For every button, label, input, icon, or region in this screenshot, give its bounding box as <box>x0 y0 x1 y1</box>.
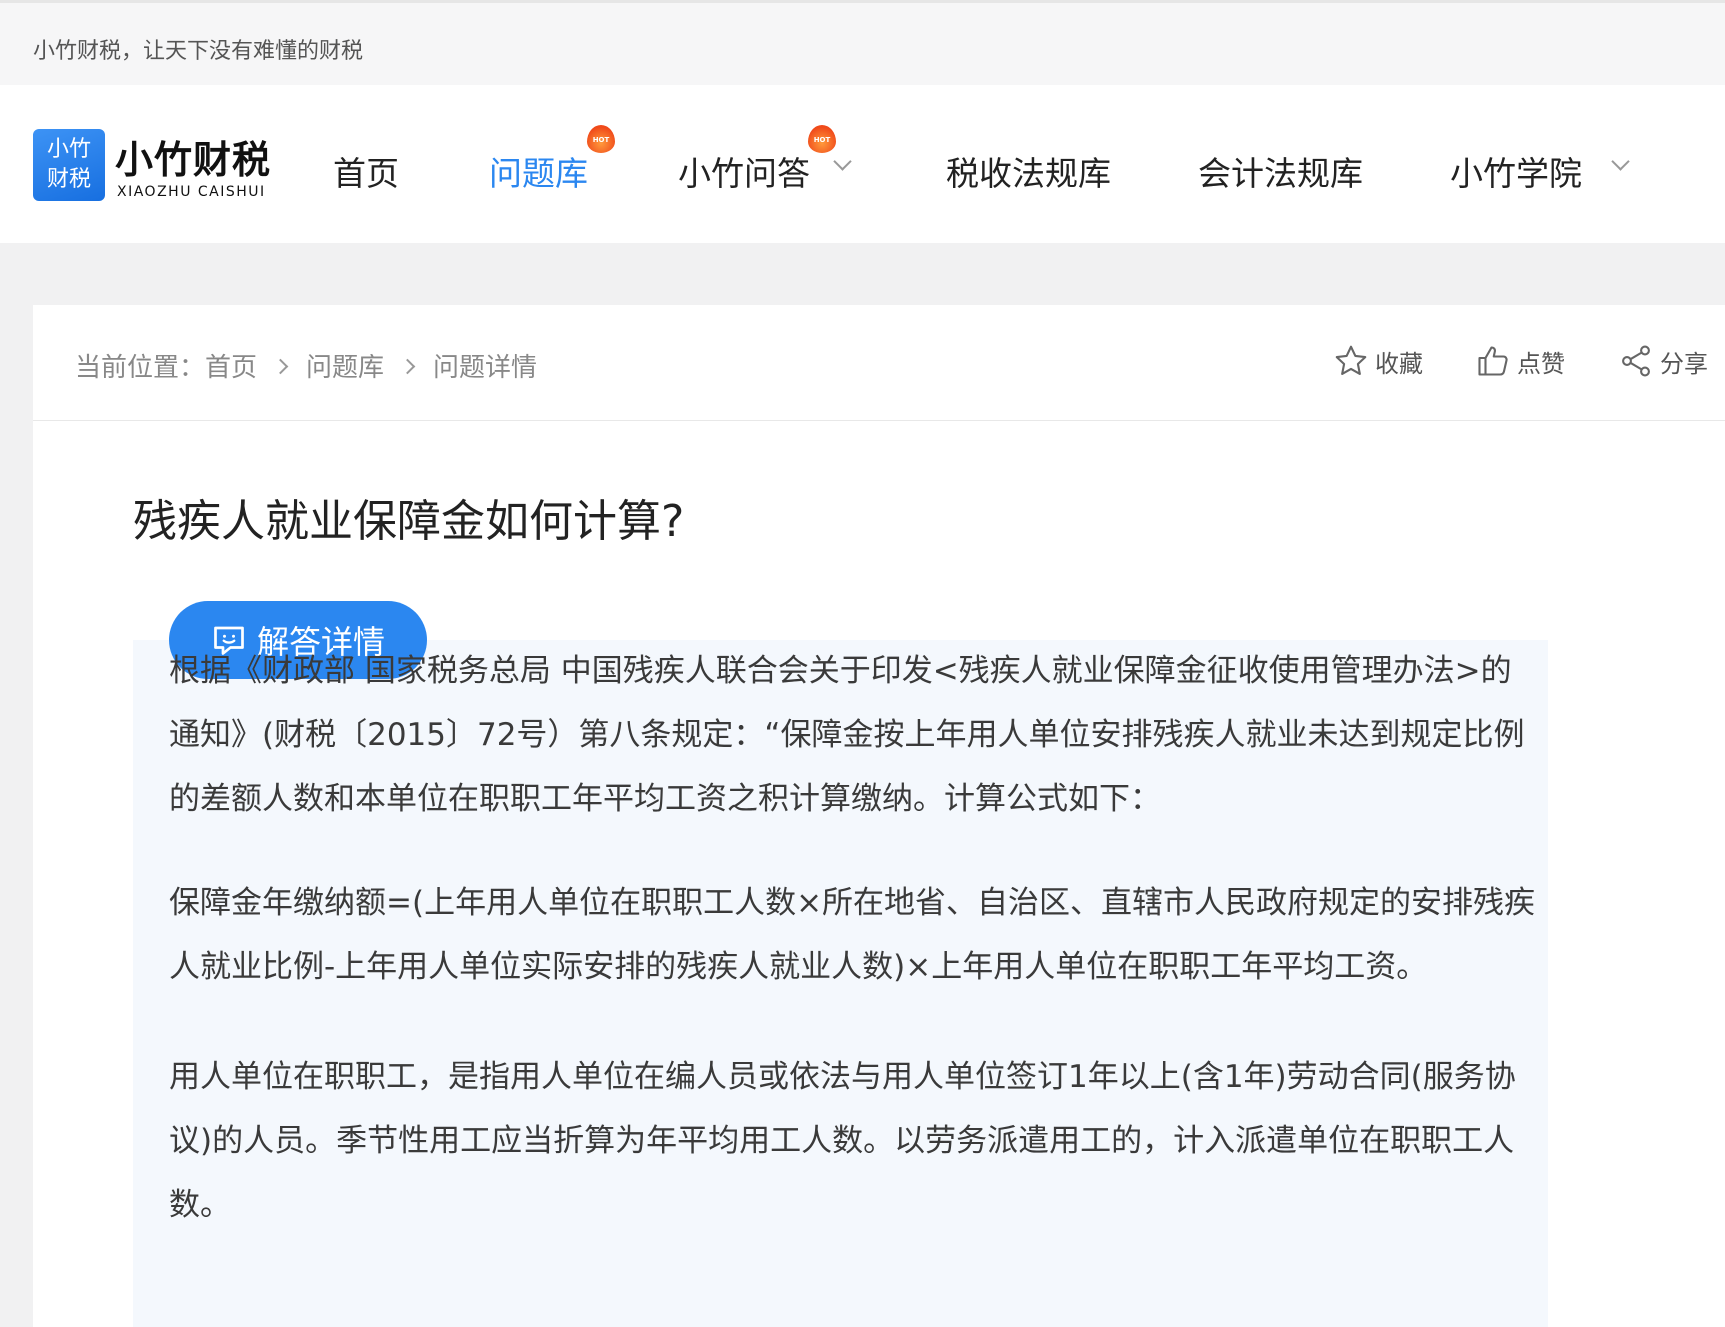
breadcrumb-prefix: 当前位置： <box>75 353 206 383</box>
share-button[interactable]: 分享 <box>1618 343 1708 379</box>
logo-mark: 小竹 财税 <box>33 129 105 201</box>
top-bar: 小竹财税，让天下没有难懂的财税 <box>0 0 1725 85</box>
logo-mark-line2: 财税 <box>46 167 91 192</box>
nav-item-label: 小竹问答 <box>678 154 810 193</box>
breadcrumb-home[interactable]: 首页 <box>205 347 257 384</box>
nav-item-academy[interactable]: 小竹学院 <box>1450 147 1630 195</box>
nav-item-label: 问题库 <box>489 154 588 193</box>
nav-item-home[interactable]: 首页 <box>333 147 399 195</box>
breadcrumb: 当前位置：首页 问题库 问题详情 <box>75 347 537 384</box>
answer-paragraph: 保障金年缴纳额=(上年用人单位在职职工人数×所在地省、自治区、直辖市人民政府规定… <box>169 885 1536 985</box>
answer-paragraph: 用人单位在职职工，是指用人单位在编人员或依法与用人单位签订1年以上(含1年)劳动… <box>169 1059 1516 1223</box>
breadcrumb-current: 问题详情 <box>433 353 538 383</box>
thumbs-up-icon <box>1478 346 1508 376</box>
site-slogan: 小竹财税，让天下没有难懂的财税 <box>33 39 364 64</box>
favorite-button[interactable]: 收藏 <box>1333 343 1423 379</box>
hot-badge-icon: HOT <box>587 125 615 153</box>
logo-mark-line1: 小竹 <box>46 137 91 162</box>
nav-item-label: 小竹学院 <box>1450 154 1582 193</box>
chevron-down-icon <box>833 152 852 171</box>
site-logo[interactable]: 小竹 财税 小竹财税 XIAOZHU CAISHUI <box>33 129 273 205</box>
chevron-right-icon <box>399 358 416 375</box>
question-detail-panel: 当前位置：首页 问题库 问题详情 收藏 点赞 分享 残疾人就业保障金如何计算? <box>33 305 1725 1327</box>
logo-name: 小竹财税 <box>115 138 272 182</box>
nav-item-label: 首页 <box>333 154 399 193</box>
favorite-label: 收藏 <box>1375 349 1423 378</box>
like-label: 点赞 <box>1517 349 1565 378</box>
share-icon <box>1622 345 1650 377</box>
divider <box>33 420 1725 421</box>
nav-item-label: 税收法规库 <box>946 154 1111 193</box>
nav-item-tax-regulations[interactable]: 税收法规库 <box>946 147 1111 195</box>
question-title: 残疾人就业保障金如何计算? <box>133 496 685 547</box>
nav-item-label: 会计法规库 <box>1198 154 1363 193</box>
hot-badge-icon: HOT <box>808 125 836 153</box>
nav-item-question-bank[interactable]: 问题库 HOT <box>489 125 615 195</box>
breadcrumb-question-bank[interactable]: 问题库 <box>306 347 384 384</box>
site-header: 小竹 财税 小竹财税 XIAOZHU CAISHUI 首页 问题库 HOT 小竹… <box>0 85 1725 243</box>
nav-item-qa[interactable]: 小竹问答 HOT <box>678 125 852 195</box>
nav-item-accounting-regulations[interactable]: 会计法规库 <box>1198 147 1363 195</box>
share-label: 分享 <box>1660 349 1708 378</box>
star-icon <box>1335 345 1367 375</box>
like-button[interactable]: 点赞 <box>1475 343 1565 379</box>
chevron-right-icon <box>272 358 289 375</box>
chevron-down-icon <box>1611 152 1630 171</box>
answer-paragraph: 根据《财政部 国家税务总局 中国残疾人联合会关于印发<残疾人就业保障金征收使用管… <box>169 653 1525 817</box>
logo-subtitle: XIAOZHU CAISHUI <box>117 184 266 200</box>
